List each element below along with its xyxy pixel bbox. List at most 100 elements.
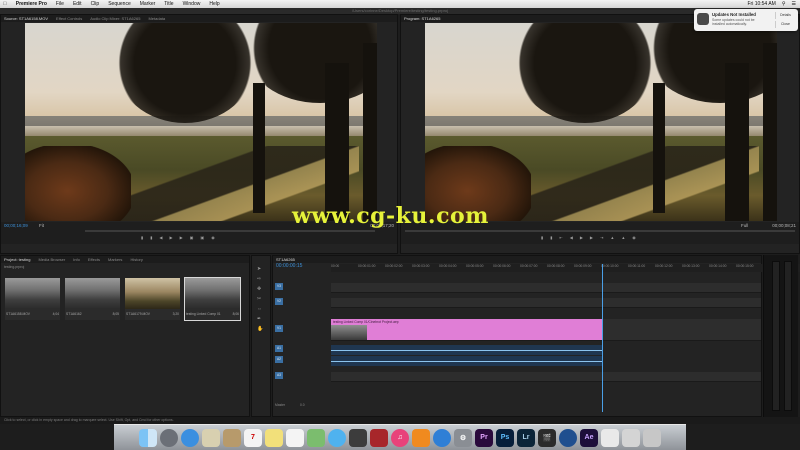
menu-window[interactable]: Window <box>183 1 201 7</box>
downloads-stack-icon[interactable] <box>622 428 640 447</box>
menu-title[interactable]: Title <box>164 1 173 7</box>
mark-out-icon[interactable]: ▮ <box>150 235 152 240</box>
menu-file[interactable]: File <box>56 1 64 7</box>
mail-icon[interactable] <box>202 428 220 447</box>
documents-stack-icon[interactable] <box>601 428 619 447</box>
step-back-icon[interactable]: ◀ <box>159 235 162 240</box>
source-timecode[interactable]: 00;00;16;09 <box>4 223 28 228</box>
project-item[interactable]: testing Linked Comp 01 8;06 <box>184 277 241 321</box>
lightroom-icon[interactable]: Lr <box>517 428 535 447</box>
slip-tool-icon[interactable]: ⇔ <box>257 306 263 312</box>
insert-icon[interactable]: ▣ <box>190 235 194 240</box>
source-scrubber[interactable] <box>85 230 375 232</box>
tab-source[interactable]: Source: ST1A6158.MOV <box>4 16 48 21</box>
tab-audio-clip-mixer[interactable]: Audio Clip Mixer: ST1A6265 <box>90 16 140 21</box>
export-frame-icon[interactable]: ◉ <box>632 235 636 240</box>
step-forward-icon[interactable]: ▶ <box>180 235 183 240</box>
source-video-frame[interactable] <box>25 23 377 221</box>
reminders-icon[interactable] <box>286 428 304 447</box>
menu-clip[interactable]: Clip <box>91 1 100 7</box>
audio-clip-a1[interactable] <box>331 345 602 355</box>
track-header-v2[interactable]: V2 <box>275 298 329 307</box>
facetime-icon[interactable] <box>349 428 367 447</box>
play-icon[interactable]: ▶ <box>169 235 172 240</box>
tab-history[interactable]: History <box>130 257 142 262</box>
selection-tool-icon[interactable]: ➤ <box>257 266 263 272</box>
track-header-a3[interactable]: A3 <box>275 372 329 381</box>
track-header-a1[interactable]: A1 <box>275 345 329 354</box>
pen-tool-icon[interactable]: ✒ <box>257 316 263 322</box>
master-volume[interactable]: 0.0 <box>300 403 305 407</box>
tab-effect-controls[interactable]: Effect Controls <box>56 16 82 21</box>
notification-center-icon[interactable]: ☰ <box>792 1 796 7</box>
video-clip[interactable]: testing Linked Comp 01/Cinebrot Project.… <box>331 319 602 340</box>
mark-in-icon[interactable]: ▮ <box>541 235 543 240</box>
source-fit-select[interactable]: Fit <box>39 223 44 228</box>
audio-clip-a2[interactable] <box>331 356 602 366</box>
finder-icon[interactable] <box>139 428 157 447</box>
maps-icon[interactable] <box>307 428 325 447</box>
safari-icon[interactable] <box>181 428 199 447</box>
clock[interactable]: Fri 10:54 AM <box>747 1 775 7</box>
tab-program[interactable]: Program: ST1A6265 <box>404 16 440 21</box>
app-store-dock-icon[interactable] <box>433 428 451 447</box>
extract-icon[interactable]: ▲ <box>621 235 625 240</box>
razor-tool-icon[interactable]: ✂ <box>257 296 263 302</box>
lift-icon[interactable]: ▲ <box>610 235 614 240</box>
quicktime-icon[interactable] <box>559 428 577 447</box>
track-header-a2[interactable]: A2 <box>275 356 329 365</box>
update-notification[interactable]: Updates Not Installed Some updates could… <box>694 9 798 31</box>
time-ruler[interactable]: 00:00 00:00:01:00 00:00:02:00 00:00:03:00 00… <box>331 264 800 272</box>
calendar-icon[interactable]: 7 <box>244 428 262 447</box>
program-scrubber[interactable] <box>405 230 795 232</box>
menu-sequence[interactable]: Sequence <box>108 1 131 7</box>
after-effects-icon[interactable]: Ae <box>580 428 598 447</box>
track-header-v1[interactable]: V1 <box>275 325 329 334</box>
premiere-pro-icon[interactable]: Pr <box>475 428 493 447</box>
step-back-icon[interactable]: ◀ <box>570 235 573 240</box>
app-menu[interactable]: Premiere Pro <box>16 1 47 7</box>
photoshop-icon[interactable]: Ps <box>496 428 514 447</box>
overwrite-icon[interactable]: ▣ <box>200 235 204 240</box>
track-a3[interactable] <box>331 372 761 382</box>
close-button[interactable]: Close <box>775 21 795 28</box>
system-preferences-icon[interactable]: ⚙ <box>454 428 472 447</box>
tab-info[interactable]: Info <box>73 257 80 262</box>
menu-help[interactable]: Help <box>209 1 219 7</box>
tab-metadata[interactable]: Metadata <box>148 16 165 21</box>
project-item[interactable]: ST1A6158.MOV 4;04 <box>5 278 60 320</box>
apple-menu-icon[interactable]:  <box>3 1 7 7</box>
program-video-frame[interactable] <box>425 23 777 221</box>
trash-icon[interactable] <box>643 428 661 447</box>
tab-sequence[interactable]: ST1A6265 <box>276 257 295 262</box>
hand-tool-icon[interactable]: ✋ <box>257 326 263 332</box>
track-select-tool-icon[interactable]: ⇨ <box>257 276 263 282</box>
spotlight-icon[interactable]: ⚲ <box>782 1 786 7</box>
play-icon[interactable]: ▶ <box>580 235 583 240</box>
mark-out-icon[interactable]: ▮ <box>550 235 552 240</box>
project-item[interactable]: ST1A6179.MOV 3;20 <box>125 278 180 320</box>
details-button[interactable]: Details <box>775 12 795 19</box>
mark-in-icon[interactable]: ▮ <box>141 235 143 240</box>
export-frame-icon[interactable]: ◉ <box>211 235 215 240</box>
tab-media-browser[interactable]: Media Browser <box>38 257 65 262</box>
step-forward-icon[interactable]: ▶ <box>590 235 593 240</box>
ibooks-icon[interactable] <box>412 428 430 447</box>
messages-icon[interactable] <box>328 428 346 447</box>
menu-edit[interactable]: Edit <box>73 1 82 7</box>
track-header-v3[interactable]: V3 <box>275 283 329 292</box>
final-cut-icon[interactable]: 🎬 <box>538 428 556 447</box>
ripple-edit-tool-icon[interactable]: ✥ <box>257 286 263 292</box>
menu-marker[interactable]: Marker <box>140 1 156 7</box>
photo-booth-icon[interactable] <box>370 428 388 447</box>
tab-markers[interactable]: Markers <box>108 257 122 262</box>
itunes-icon[interactable]: ♫ <box>391 428 409 447</box>
track-header-master[interactable]: Master 0.0 <box>275 403 329 412</box>
track-v2[interactable] <box>331 298 761 308</box>
track-v3[interactable] <box>331 283 761 293</box>
tab-project[interactable]: Project: testing <box>4 257 30 262</box>
timeline-timecode[interactable]: 00:00:00:15 <box>276 263 302 269</box>
tab-effects[interactable]: Effects <box>88 257 100 262</box>
go-to-in-icon[interactable]: ⇤ <box>559 235 562 240</box>
notes-icon[interactable] <box>265 428 283 447</box>
